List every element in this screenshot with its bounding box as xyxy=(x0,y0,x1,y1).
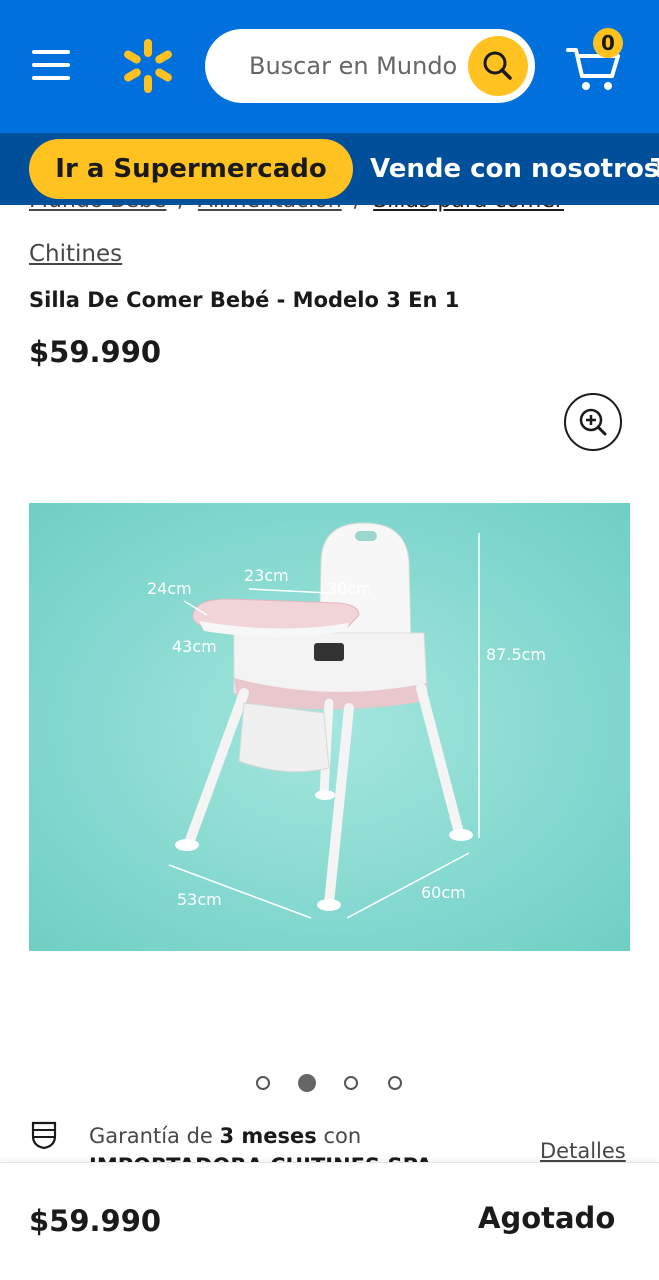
search-button[interactable] xyxy=(468,36,528,96)
carousel-dot[interactable] xyxy=(344,1076,358,1090)
walmart-spark-icon[interactable] xyxy=(118,36,178,96)
bottom-sticky-bar: $59.990 Agotado xyxy=(0,1162,659,1280)
warranty-details-link[interactable]: Detalles xyxy=(540,1139,626,1163)
brand-link[interactable]: Chitines xyxy=(29,241,122,267)
dimension-label: 43cm xyxy=(172,637,217,656)
carousel-dot-active[interactable] xyxy=(298,1074,316,1092)
zoom-button[interactable] xyxy=(564,393,622,451)
carousel-dot[interactable] xyxy=(388,1076,402,1090)
shield-warranty-icon xyxy=(31,1121,57,1150)
warranty-prefix: Garantía de xyxy=(89,1124,220,1148)
product-price: $59.990 xyxy=(29,335,162,369)
supermarket-button[interactable]: Ir a Supermercado xyxy=(29,139,353,199)
search-input[interactable] xyxy=(225,29,457,103)
sell-with-us-link[interactable]: Vende con nosotros xyxy=(370,133,659,205)
menu-button[interactable] xyxy=(28,44,74,84)
sub-navigation: Ir a Supermercado Vende con nosotros T xyxy=(0,133,659,205)
dimension-label: 87.5cm xyxy=(486,645,546,664)
search-icon xyxy=(483,51,512,80)
dimension-label: 30cm xyxy=(327,579,372,598)
dimension-label: 60cm xyxy=(421,883,466,902)
bottom-price: $59.990 xyxy=(29,1204,162,1238)
product-image[interactable]: 24cm 23cm 30cm 43cm 87.5cm 53cm 60cm xyxy=(29,503,630,951)
menu-line xyxy=(32,63,70,67)
warranty-text: Garantía de 3 meses con xyxy=(89,1124,361,1148)
dimension-label: 24cm xyxy=(147,579,192,598)
warranty-suffix: con xyxy=(316,1124,362,1148)
menu-line xyxy=(32,50,70,54)
carousel-dot[interactable] xyxy=(256,1076,270,1090)
product-title: Silla De Comer Bebé - Modelo 3 En 1 xyxy=(29,288,460,312)
next-nav-link[interactable]: T xyxy=(651,133,659,205)
search-bar xyxy=(205,29,535,103)
top-header: 0 xyxy=(0,0,659,133)
cart-count-badge: 0 xyxy=(593,28,623,58)
warranty-duration: 3 meses xyxy=(219,1124,317,1148)
sold-out-status: Agotado xyxy=(478,1201,616,1235)
carousel-dots xyxy=(0,1074,659,1094)
menu-line xyxy=(32,76,70,80)
dimension-label: 23cm xyxy=(244,566,289,585)
dimension-label: 53cm xyxy=(177,890,222,909)
zoom-in-icon xyxy=(579,408,607,436)
